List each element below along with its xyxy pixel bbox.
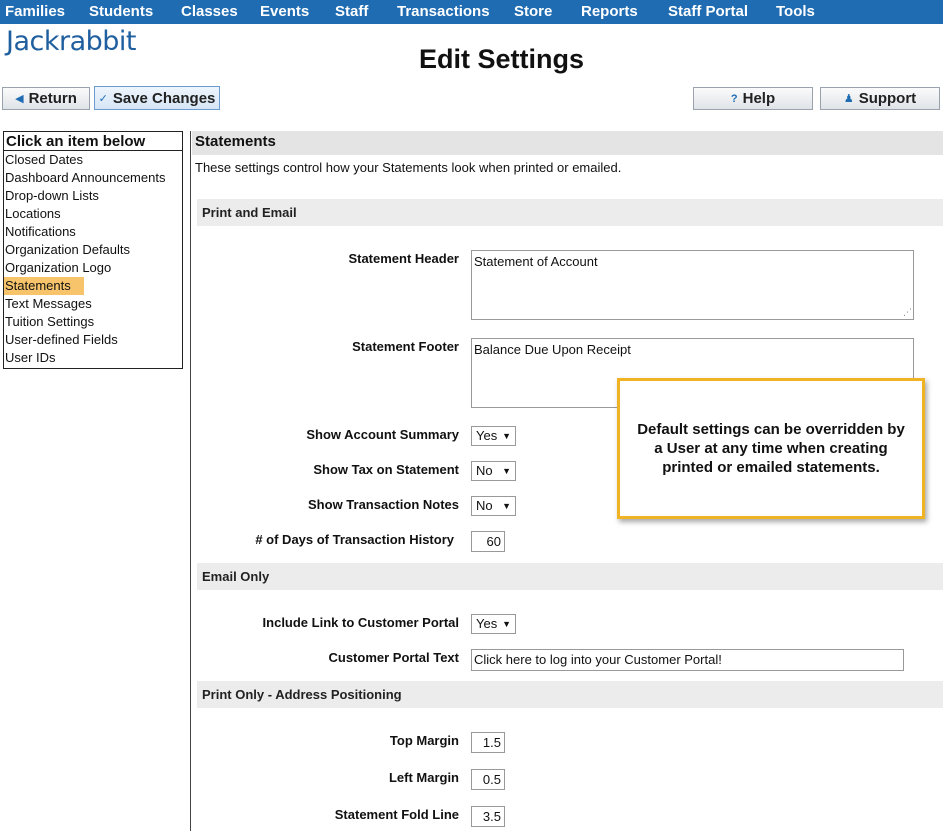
sidebar-heading: Click an item below xyxy=(4,132,182,151)
show-transaction-notes-label: Show Transaction Notes xyxy=(308,497,459,512)
person-icon: ♟ xyxy=(843,93,854,105)
show-transaction-notes-value: No xyxy=(476,498,493,513)
question-icon: ? xyxy=(730,92,738,105)
show-transaction-notes-select[interactable]: No ▼ xyxy=(471,496,516,516)
show-tax-select[interactable]: No ▼ xyxy=(471,461,516,481)
sidebar-item-locations[interactable]: Locations xyxy=(4,205,63,223)
checkmark-icon: ✓ xyxy=(98,92,108,105)
subsection-bar-print-email xyxy=(197,199,943,226)
save-changes-button[interactable]: ✓ Save Changes xyxy=(94,86,220,110)
sidebar-item-tuition-settings[interactable]: Tuition Settings xyxy=(4,313,96,331)
section-header-bar xyxy=(192,131,943,155)
page-title: Edit Settings xyxy=(418,44,584,74)
chevron-down-icon: ▼ xyxy=(502,431,511,441)
top-margin-label: Top Margin xyxy=(389,733,459,748)
section-title: Statements xyxy=(195,133,276,150)
nav-staff[interactable]: Staff xyxy=(335,3,368,20)
statement-header-field[interactable]: Statement of Account ⋰ xyxy=(471,250,914,320)
help-label: Help xyxy=(742,90,776,107)
left-triangle-icon: ◀ xyxy=(15,93,24,105)
nav-events[interactable]: Events xyxy=(260,3,309,20)
return-button[interactable]: ◀ Return xyxy=(2,87,90,110)
sidebar-item-dashboard-announcements[interactable]: Dashboard Announcements xyxy=(4,169,167,187)
nav-tools[interactable]: Tools xyxy=(776,3,815,20)
sidebar-item-user-ids[interactable]: User IDs xyxy=(4,349,58,367)
statement-footer-label: Statement Footer xyxy=(352,339,459,354)
return-label: Return xyxy=(28,90,77,107)
chevron-down-icon: ▼ xyxy=(502,501,511,511)
subsection-title-print-email: Print and Email xyxy=(202,205,297,220)
nav-transactions[interactable]: Transactions xyxy=(397,3,490,20)
show-tax-value: No xyxy=(476,463,493,478)
include-portal-link-value: Yes xyxy=(476,616,498,631)
save-label: Save Changes xyxy=(112,89,216,107)
sidebar-item-user-defined-fields[interactable]: User-defined Fields xyxy=(4,331,120,349)
show-account-summary-select[interactable]: Yes ▼ xyxy=(471,426,516,446)
fold-line-label: Statement Fold Line xyxy=(334,807,459,822)
customer-portal-text-input[interactable]: Click here to log into your Customer Por… xyxy=(471,649,904,671)
top-nav: Families Students Classes Events Staff T… xyxy=(0,0,943,24)
chevron-down-icon: ▼ xyxy=(502,619,511,629)
statement-header-label: Statement Header xyxy=(348,251,459,266)
settings-sidebar: Click an item below Closed Dates Dashboa… xyxy=(3,131,183,369)
include-portal-link-select[interactable]: Yes ▼ xyxy=(471,614,516,634)
days-history-input[interactable]: 60 xyxy=(471,531,505,552)
sidebar-item-dropdown-lists[interactable]: Drop-down Lists xyxy=(4,187,101,205)
statement-header-value: Statement of Account xyxy=(474,254,598,269)
chevron-down-icon: ▼ xyxy=(502,466,511,476)
sidebar-item-statements[interactable]: Statements xyxy=(4,277,84,295)
show-account-summary-value: Yes xyxy=(476,428,498,443)
subsection-title-email-only: Email Only xyxy=(202,569,270,584)
support-button[interactable]: ♟ Support xyxy=(820,87,940,110)
nav-classes[interactable]: Classes xyxy=(181,3,238,20)
subsection-bar-email-only xyxy=(197,563,943,590)
sidebar-item-notifications[interactable]: Notifications xyxy=(4,223,78,241)
subsection-title-print-only: Print Only - Address Positioning xyxy=(202,687,402,702)
sidebar-item-organization-defaults[interactable]: Organization Defaults xyxy=(4,241,132,259)
nav-families[interactable]: Families xyxy=(5,3,65,20)
sidebar-item-closed-dates[interactable]: Closed Dates xyxy=(4,151,85,169)
nav-staff-portal[interactable]: Staff Portal xyxy=(668,3,748,20)
show-tax-label: Show Tax on Statement xyxy=(313,462,459,477)
statement-footer-value: Balance Due Upon Receipt xyxy=(474,342,631,357)
support-label: Support xyxy=(858,90,917,107)
content-divider xyxy=(190,131,191,831)
nav-store[interactable]: Store xyxy=(514,3,552,20)
nav-reports[interactable]: Reports xyxy=(581,3,638,20)
show-account-summary-label: Show Account Summary xyxy=(306,427,459,442)
fold-line-input[interactable]: 3.5 xyxy=(471,806,505,827)
customer-portal-text-label: Customer Portal Text xyxy=(328,650,459,665)
sidebar-item-organization-logo[interactable]: Organization Logo xyxy=(4,259,113,277)
resize-handle-icon[interactable]: ⋰ xyxy=(903,307,912,318)
left-margin-input[interactable]: 0.5 xyxy=(471,769,505,790)
top-margin-input[interactable]: 1.5 xyxy=(471,732,505,753)
include-portal-link-label: Include Link to Customer Portal xyxy=(262,615,459,630)
left-margin-label: Left Margin xyxy=(388,770,459,785)
days-history-label: # of Days of Transaction History xyxy=(255,532,454,547)
callout-note: Default settings can be overridden by a … xyxy=(617,378,925,519)
sidebar-item-text-messages[interactable]: Text Messages xyxy=(4,295,94,313)
nav-students[interactable]: Students xyxy=(89,3,153,20)
section-description: These settings control how your Statemen… xyxy=(195,160,622,175)
help-button[interactable]: ? Help xyxy=(693,87,813,110)
